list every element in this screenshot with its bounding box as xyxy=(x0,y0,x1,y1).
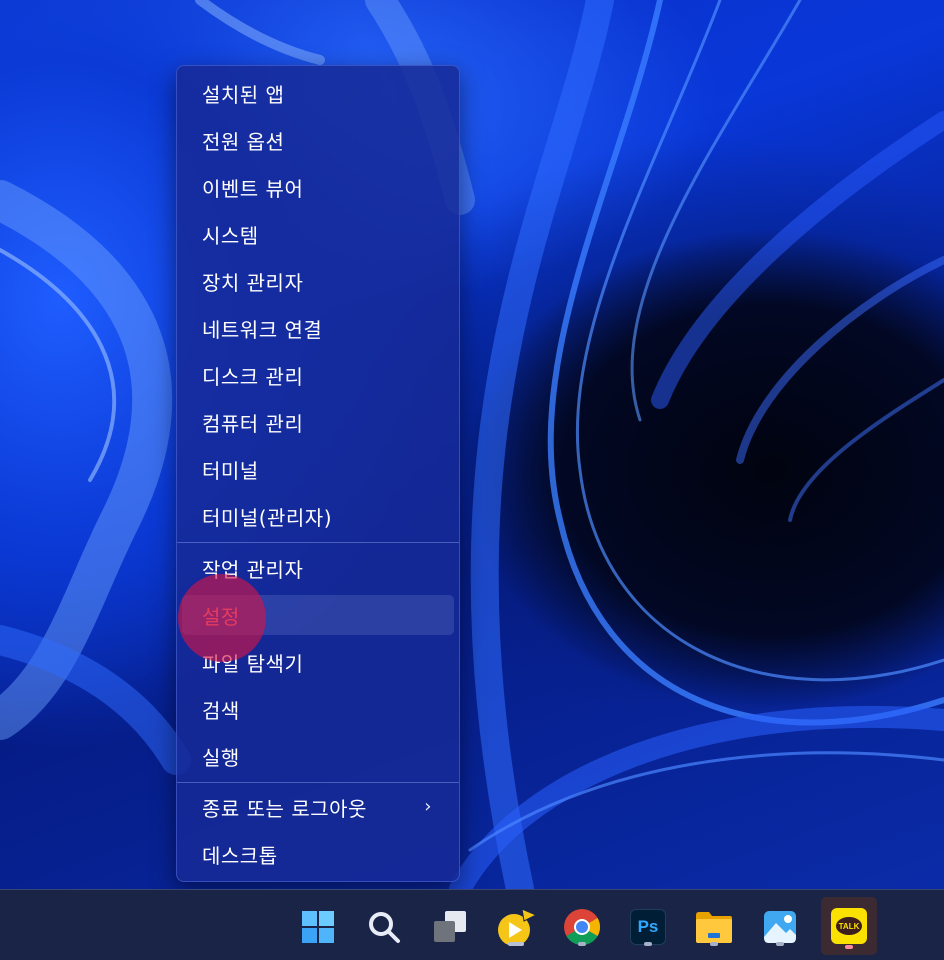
menu-item-label: 네트워크 연결 xyxy=(202,317,323,342)
photoshop-button[interactable]: Ps xyxy=(623,902,673,952)
click-indicator xyxy=(178,574,266,662)
task-view-icon xyxy=(434,911,466,942)
menu-item-label: 터미널(관리자) xyxy=(202,505,333,530)
menu-item-network-connections[interactable]: 네트워크 연결 xyxy=(182,308,454,348)
photoshop-icon: Ps xyxy=(630,909,666,945)
file-explorer-button[interactable] xyxy=(689,902,739,952)
photoshop-label: Ps xyxy=(637,917,659,936)
search-button[interactable] xyxy=(359,902,409,952)
menu-item-power-options[interactable]: 전원 옵션 xyxy=(182,120,454,160)
running-indicator xyxy=(776,942,784,946)
menu-item-terminal[interactable]: 터미널 xyxy=(182,449,454,489)
menu-item-label: 검색 xyxy=(202,698,240,723)
windows-start-button[interactable] xyxy=(293,902,343,952)
menu-item-terminal-admin[interactable]: 터미널(관리자) xyxy=(182,496,454,536)
kakaotalk-label: TALK xyxy=(838,921,860,931)
desktop-wallpaper xyxy=(0,0,944,889)
menu-item-device-manager[interactable]: 장치 관리자 xyxy=(182,261,454,301)
start-context-menu: 설치된 앱 전원 옵션 이벤트 뷰어 시스템 장치 관리자 네트워크 연결 디스… xyxy=(176,65,460,882)
search-icon xyxy=(369,912,400,943)
file-explorer-icon xyxy=(696,912,732,943)
menu-item-label: 컴퓨터 관리 xyxy=(202,411,304,436)
chrome-icon xyxy=(564,909,601,945)
menu-item-desktop[interactable]: 데스크톱 xyxy=(182,834,454,874)
menu-item-search[interactable]: 검색 xyxy=(182,689,454,729)
menu-item-label: 실행 xyxy=(202,745,240,770)
running-indicator xyxy=(578,942,586,946)
chrome-button[interactable] xyxy=(557,902,607,952)
menu-item-computer-management[interactable]: 컴퓨터 관리 xyxy=(182,402,454,442)
menu-separator xyxy=(177,782,459,783)
menu-separator xyxy=(177,542,459,543)
menu-item-disk-management[interactable]: 디스크 관리 xyxy=(182,355,454,395)
photos-icon xyxy=(764,911,796,943)
kakaotalk-button[interactable]: TALK xyxy=(821,897,877,955)
menu-item-label: 데스크톱 xyxy=(202,843,278,868)
menu-item-installed-apps[interactable]: 설치된 앱 xyxy=(182,73,454,113)
menu-item-shutdown-signout[interactable]: 종료 또는 로그아웃 › xyxy=(182,787,454,827)
menu-item-label: 디스크 관리 xyxy=(202,364,304,389)
photos-button[interactable] xyxy=(755,902,805,952)
menu-item-event-viewer[interactable]: 이벤트 뷰어 xyxy=(182,167,454,207)
menu-item-label: 장치 관리자 xyxy=(202,270,304,295)
running-indicator xyxy=(508,942,524,946)
menu-item-label: 종료 또는 로그아웃 xyxy=(202,796,367,821)
menu-item-label: 시스템 xyxy=(202,223,259,248)
kakaotalk-icon: TALK xyxy=(831,908,867,944)
menu-item-label: 터미널 xyxy=(202,458,259,483)
task-view-button[interactable] xyxy=(425,902,475,952)
running-indicator xyxy=(710,942,718,946)
menu-item-system[interactable]: 시스템 xyxy=(182,214,454,254)
running-indicator xyxy=(644,942,652,946)
windows-start-icon xyxy=(302,911,334,943)
media-player-button[interactable] xyxy=(491,902,541,952)
chevron-right-icon: › xyxy=(424,796,432,817)
taskbar: Ps TALK xyxy=(0,889,944,960)
menu-item-label: 전원 옵션 xyxy=(202,129,285,154)
menu-item-label: 이벤트 뷰어 xyxy=(202,176,304,201)
running-indicator xyxy=(845,945,853,949)
menu-item-label: 설치된 앱 xyxy=(202,82,285,107)
menu-item-run[interactable]: 실행 xyxy=(182,736,454,776)
